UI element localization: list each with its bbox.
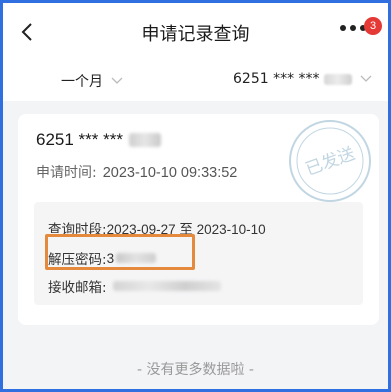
chevron-down-icon <box>360 75 371 82</box>
period-label: 一个月 <box>61 74 103 90</box>
page-title: 申请记录查询 <box>141 24 250 45</box>
record-account: 6251 *** *** <box>36 130 161 150</box>
more-options-icon[interactable] <box>340 25 366 31</box>
masked-account-digits <box>323 73 352 85</box>
app-screen: 申请记录查询 3 一个月 6251 *** *** 6251 *** *** 申… <box>3 3 388 389</box>
masked-email <box>112 281 221 291</box>
chevron-down-icon <box>111 77 123 84</box>
nav-bar: 申请记录查询 3 <box>3 3 388 59</box>
sent-stamp-icon: 已发送 <box>289 120 371 202</box>
apply-time-row: 申请时间: 2023-10-10 09:33:52 <box>36 162 237 182</box>
password-highlight-box <box>45 234 195 270</box>
email-row: 接收邮箱: <box>48 276 221 296</box>
end-of-list-text: - 没有更多数据啦 - <box>136 362 254 378</box>
notification-badge: 3 <box>364 17 382 35</box>
account-dropdown[interactable]: 6251 *** *** <box>233 71 372 87</box>
period-dropdown[interactable]: 一个月 <box>61 71 123 91</box>
apply-time-value: 2023-10-10 09:33:52 <box>102 165 238 181</box>
filter-bar: 一个月 6251 *** *** <box>3 59 388 101</box>
stamp-text: 已发送 <box>303 144 358 180</box>
masked-account-digits <box>128 133 161 147</box>
record-card[interactable]: 6251 *** *** 申请时间: 2023-10-10 09:33:52 已发… <box>18 114 379 325</box>
account-label: 6251 *** *** <box>233 71 320 87</box>
email-label: 接收邮箱: <box>48 280 107 296</box>
apply-time-label: 申请时间: <box>36 165 97 181</box>
record-account-text: 6251 *** *** <box>36 130 123 149</box>
